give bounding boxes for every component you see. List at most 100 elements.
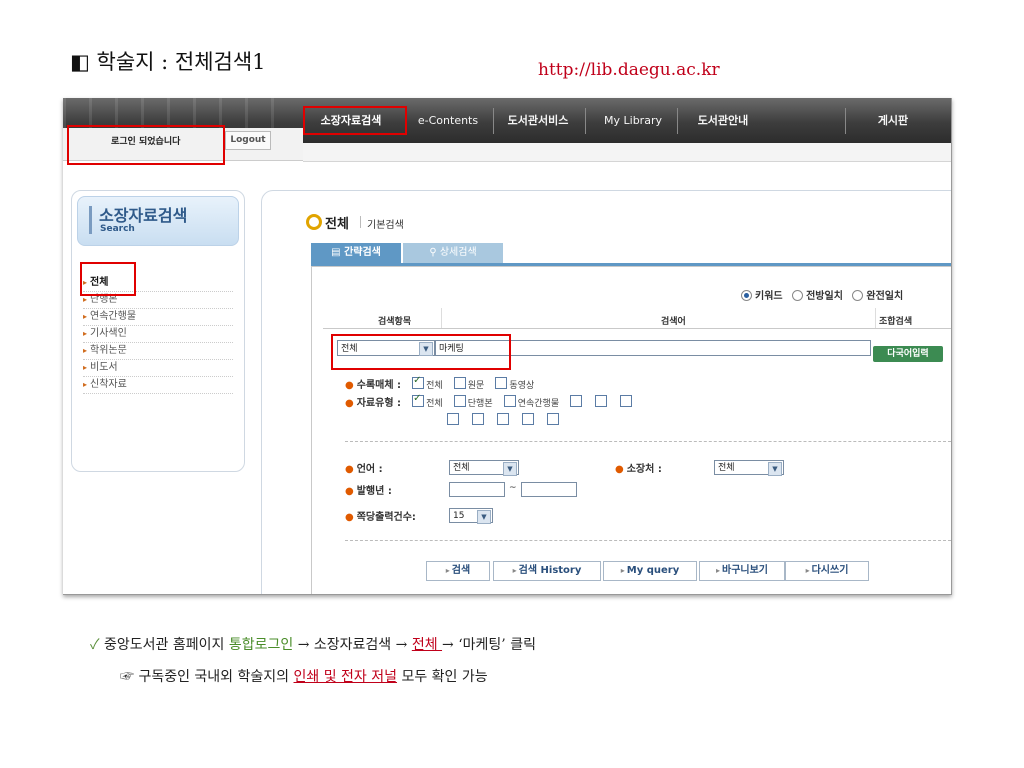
language-label: ● 언어 : (345, 460, 383, 475)
location-label-text: 소장처 : (626, 464, 662, 475)
highlight-all-item (80, 262, 136, 296)
sidebar-item-label: 기사색인 (90, 328, 127, 339)
sidebar-item-new-arrivals[interactable]: ▸ 신착자료 (83, 376, 233, 394)
note-text: 구독중인 국내외 학술지의 (138, 669, 290, 685)
checkbox-type-extra[interactable] (522, 412, 535, 425)
per-page-label: ● 쪽당출력건수: (345, 508, 416, 523)
sidebar-item-serials[interactable]: ▸ 연속간행물 (83, 308, 233, 326)
note-text: → 소장자료검색 → (297, 637, 408, 653)
arrow-right-icon: ▸ (83, 312, 88, 321)
checkbox-type-extra[interactable] (497, 412, 510, 425)
checkbox-format-video[interactable] (495, 376, 508, 389)
year-label: ● 발행년 : (345, 482, 392, 497)
checkbox-type-extra[interactable] (570, 394, 583, 407)
menu-library-services[interactable]: 도서관서비스 (488, 98, 588, 143)
button-label: 다시쓰기 (811, 565, 849, 576)
checkbox-format-fulltext[interactable] (453, 376, 466, 389)
sidebar-item-article-index[interactable]: ▸ 기사색인 (83, 325, 233, 343)
page-title: 전체 (325, 217, 349, 232)
year-from-input[interactable] (449, 482, 505, 497)
arrow-right-icon: ▸ (512, 566, 517, 575)
location-label: ● 소장처 : (615, 460, 662, 475)
button-label: My query (626, 565, 680, 576)
bullet-icon: ● (345, 464, 354, 475)
sidebar-item-non-book[interactable]: ▸ 비도서 (83, 359, 233, 377)
column-divider (875, 308, 876, 328)
tab-simple-search[interactable]: ▤ 간략검색 (311, 243, 401, 263)
per-page-select[interactable]: 15 ▼ (449, 508, 493, 524)
checkbox-type-monograph[interactable] (453, 394, 466, 407)
type-row: ●자료유형 : 전체 단행본 연속간행물 (345, 391, 634, 410)
title-divider (360, 216, 361, 228)
bullet-icon: ● (615, 464, 624, 475)
checkbox-label: 단행본 (467, 399, 493, 409)
chevron-down-icon: ▼ (477, 510, 491, 524)
radio-prefix[interactable] (792, 289, 804, 301)
arrow-right-icon: ▸ (715, 566, 720, 575)
menu-library-guide[interactable]: 도서관안내 (673, 98, 773, 143)
radio-exact[interactable] (852, 289, 864, 301)
reset-button[interactable]: ▸ 다시쓰기 (785, 561, 869, 581)
note-underline: 인쇄 및 전자 저널 (293, 669, 398, 685)
site-url[interactable]: http://lib.daegu.ac.kr (538, 60, 720, 80)
instruction-line-1: ✓ 중앙도서관 홈페이지 통합로그인 → 소장자료검색 → 전체 → ‘마케팅’… (90, 634, 536, 654)
year-separator: ~ (509, 483, 517, 493)
arrow-right-icon: ▸ (83, 380, 88, 389)
logout-button[interactable]: Logout (225, 131, 271, 150)
radio-label: 전방일치 (806, 291, 843, 302)
checkbox-type-extra[interactable] (447, 412, 459, 425)
checkbox-type-extra[interactable] (620, 394, 633, 407)
select-value: 전체 (718, 463, 735, 473)
checkbox-type-extra[interactable] (595, 394, 608, 407)
location-select[interactable]: 전체 ▼ (714, 460, 784, 476)
view-basket-button[interactable]: ▸ 바구니보기 (699, 561, 785, 581)
checkbox-type-serial[interactable] (503, 394, 516, 407)
radio-keyword[interactable] (741, 289, 752, 301)
bullet-icon: ● (345, 486, 354, 497)
arrow-right-icon: ▸ (83, 329, 88, 338)
sub-nav-strip (303, 143, 951, 162)
search-history-button[interactable]: ▸ 검색 History (493, 561, 601, 581)
type-label-text: 자료유형 : (356, 398, 402, 409)
magnifier-icon: ⚲ (429, 247, 437, 258)
button-label: 검색 History (518, 565, 582, 576)
button-label: 검색 (451, 565, 471, 576)
sidebar-item-label: 학위논문 (90, 345, 127, 356)
sidebar-header-bar (89, 206, 92, 234)
checkbox-label: 연속간행물 (517, 399, 560, 409)
column-header-field: 검색항목 (378, 317, 412, 327)
column-header-term: 검색어 (661, 317, 686, 327)
year-to-input[interactable] (521, 482, 577, 497)
format-label-text: 수록매체 : (356, 380, 402, 391)
checkbox-label: 동영상 (509, 381, 535, 391)
checkbox-type-extra[interactable] (547, 412, 560, 425)
checkmark-icon: ✓ (90, 637, 100, 653)
button-label: 바구니보기 (722, 565, 768, 576)
year-label-text: 발행년 : (356, 486, 392, 497)
tab-advanced-search[interactable]: ⚲ 상세검색 (403, 243, 503, 263)
arrow-right-icon: ▸ (83, 346, 88, 355)
chevron-down-icon: ▼ (503, 462, 517, 476)
sidebar-item-theses[interactable]: ▸ 학위논문 (83, 342, 233, 360)
language-select[interactable]: 전체 ▼ (449, 460, 519, 476)
multi-language-input-button[interactable]: 다국어입력 (873, 346, 943, 362)
column-divider (441, 308, 442, 328)
search-button[interactable]: ▸ 검색 (426, 561, 490, 581)
language-label-text: 언어 : (356, 464, 383, 475)
checkbox-format-all[interactable] (412, 375, 425, 389)
checkbox-type-extra[interactable] (472, 412, 485, 425)
note-text: 중앙도서관 홈페이지 (104, 637, 225, 653)
menu-board[interactable]: 게시판 (853, 98, 933, 143)
menu-e-contents[interactable]: e-Contents (403, 98, 493, 143)
sidebar-subtitle: Search (100, 224, 135, 234)
my-query-button[interactable]: ▸ My query (603, 561, 697, 581)
type-row-extra (447, 409, 561, 428)
list-icon: ▤ (331, 247, 341, 258)
chevron-down-icon: ▼ (768, 462, 782, 476)
section-divider (345, 441, 951, 442)
arrow-right-icon: ▸ (83, 295, 88, 304)
menu-my-library[interactable]: My Library (583, 98, 683, 143)
column-header-combine: 조합검색 (879, 317, 913, 327)
checkbox-type-all[interactable] (412, 393, 425, 407)
arrow-right-icon: ▸ (445, 566, 450, 575)
